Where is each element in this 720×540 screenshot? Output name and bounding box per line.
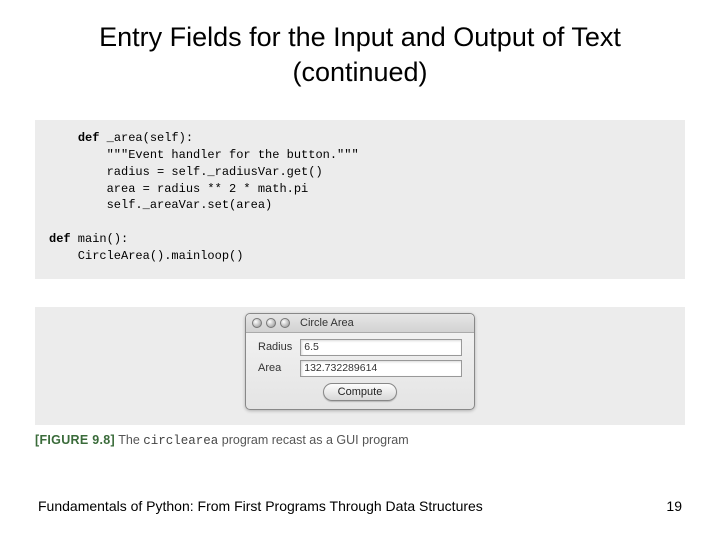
radius-input[interactable] (300, 339, 462, 356)
figure-label: [FIGURE 9.8] (35, 433, 115, 447)
slide-footer: Fundamentals of Python: From First Progr… (0, 498, 720, 514)
code-content: def _area(self): """Event handler for th… (49, 130, 671, 264)
window-titlebar: Circle Area (246, 314, 474, 333)
figure-text-post: program recast as a GUI program (218, 433, 408, 447)
radius-row: Radius (254, 337, 466, 358)
window-title: Circle Area (300, 317, 354, 329)
compute-button[interactable]: Compute (323, 383, 398, 401)
circle-area-window: Circle Area Radius Area Compute (245, 313, 475, 410)
area-row: Area (254, 358, 466, 379)
minimize-icon (266, 318, 276, 328)
window-body: Radius Area Compute (246, 333, 474, 409)
slide-title: Entry Fields for the Input and Output of… (0, 0, 720, 100)
radius-label: Radius (254, 337, 296, 358)
gui-screenshot-area: Circle Area Radius Area Compute (35, 307, 685, 425)
figure-text-pre: The (115, 433, 143, 447)
area-label: Area (254, 358, 296, 379)
area-input[interactable] (300, 360, 462, 377)
close-icon (252, 318, 262, 328)
zoom-icon (280, 318, 290, 328)
code-block: def _area(self): """Event handler for th… (35, 120, 685, 278)
footer-text: Fundamentals of Python: From First Progr… (38, 498, 483, 514)
figure-code-word: circlearea (143, 434, 218, 448)
figure-caption: [FIGURE 9.8] The circlearea program reca… (35, 433, 685, 448)
page-number: 19 (666, 498, 682, 514)
